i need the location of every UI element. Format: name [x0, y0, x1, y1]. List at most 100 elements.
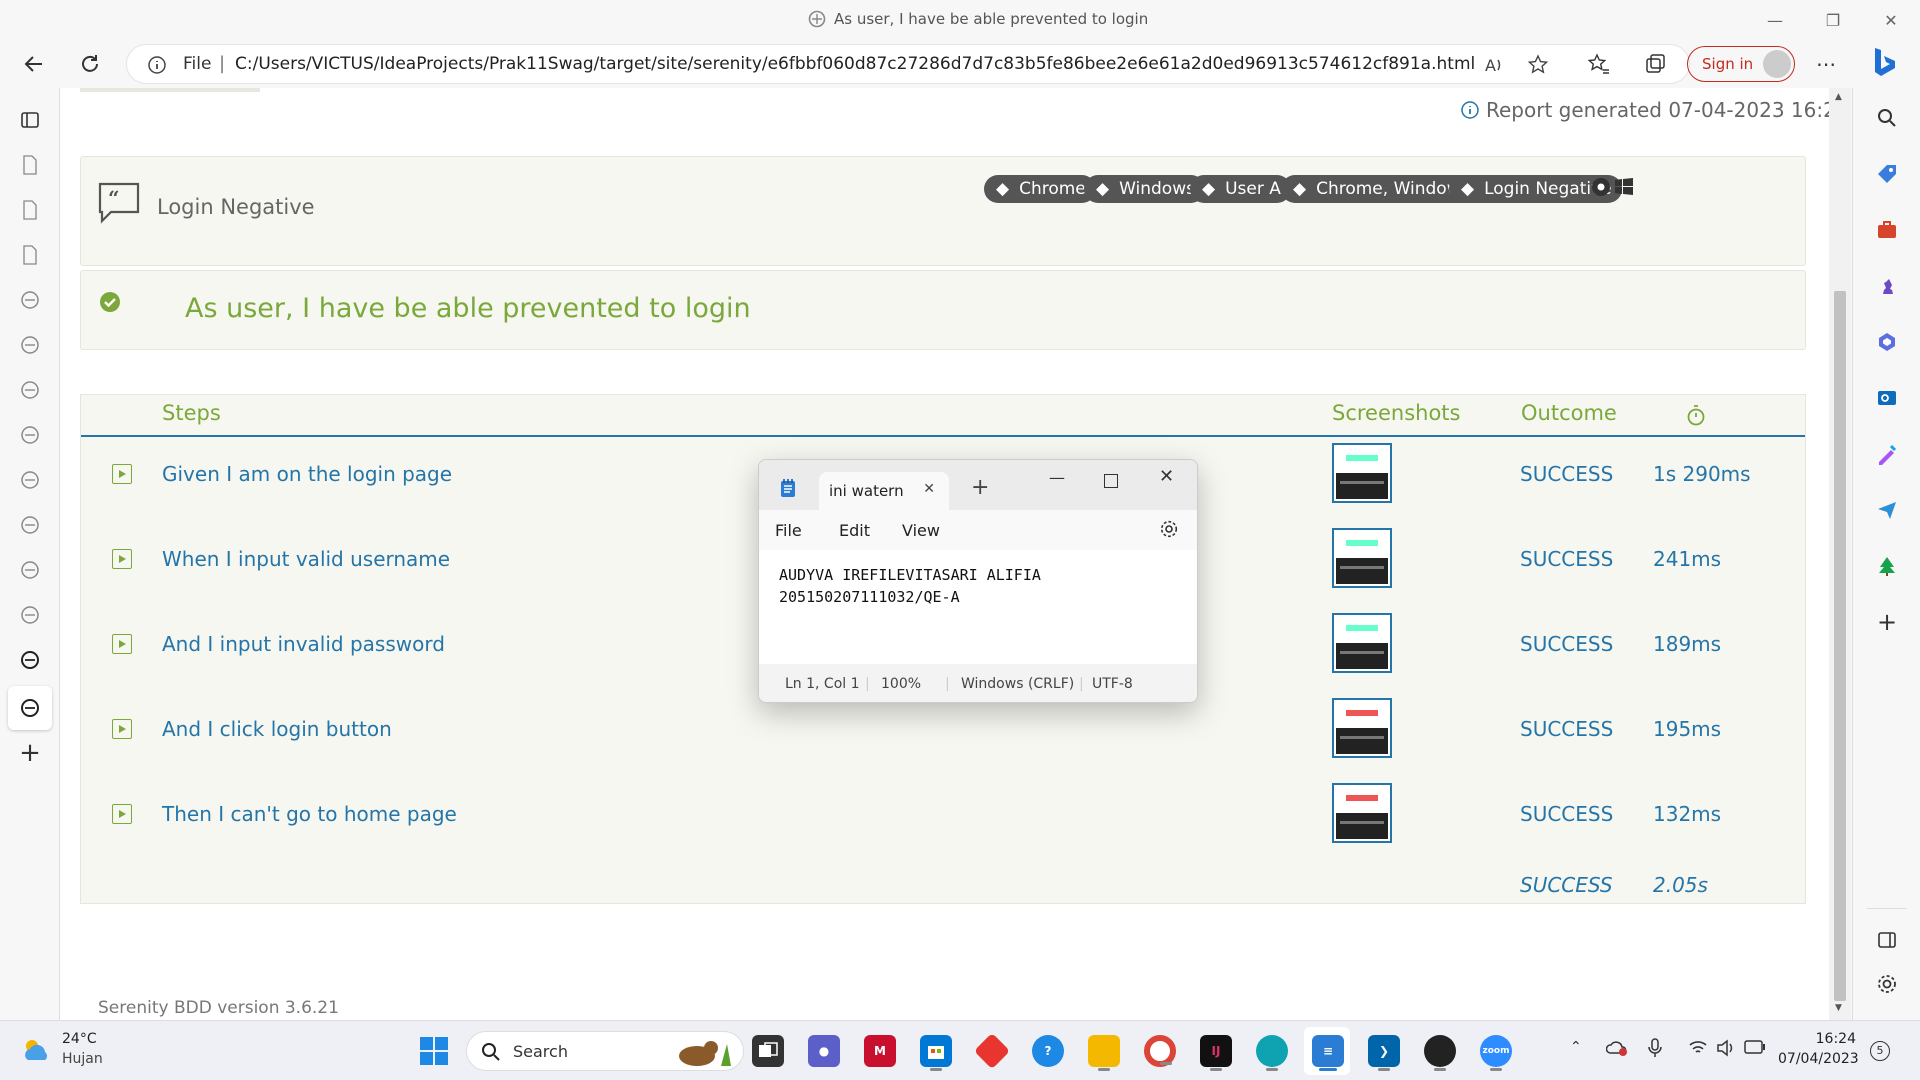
close-tab-icon[interactable]: ✕ — [923, 481, 935, 497]
expand-step-icon[interactable] — [112, 464, 132, 484]
tab-actions-icon[interactable] — [16, 106, 44, 134]
tag-chrome[interactable]: ◆ Chrome — [984, 175, 1096, 203]
weather-cloud-icon[interactable] — [20, 1035, 54, 1067]
notepad-window[interactable]: ini watern ✕ + — ✕ File Edit View AUDYVA… — [758, 459, 1198, 703]
wifi-icon[interactable] — [1688, 1039, 1708, 1057]
restore-button[interactable]: ❐ — [1818, 6, 1848, 34]
serenity-tab-icon[interactable] — [16, 421, 44, 449]
address-bar[interactable]: File | C:/Users/VICTUS/IdeaProjects/Prak… — [126, 44, 1690, 84]
sign-in-button[interactable]: Sign in — [1687, 46, 1795, 82]
url-text[interactable]: C:/Users/VICTUS/IdeaProjects/Prak11Swag/… — [235, 54, 1475, 74]
red-diamond-app-icon[interactable] — [973, 1032, 1011, 1070]
microsoft-365-icon[interactable] — [1873, 328, 1901, 356]
system-app-icon[interactable]: ? — [1032, 1035, 1064, 1067]
collections-button[interactable] — [1637, 48, 1673, 80]
close-window-button[interactable]: ✕ — [1876, 6, 1906, 34]
start-windows-icon[interactable] — [418, 1035, 450, 1067]
screenshot-thumbnail[interactable] — [1332, 443, 1392, 503]
sidebar-settings-icon[interactable] — [1873, 970, 1901, 998]
outlook-icon[interactable] — [1873, 384, 1901, 412]
step-text[interactable]: And I click login button — [162, 717, 392, 741]
serenity-tab-icon[interactable] — [16, 466, 44, 494]
file-explorer-icon[interactable] — [1088, 1035, 1120, 1071]
weather-description[interactable]: Hujan — [62, 1051, 103, 1067]
screenshot-thumbnail[interactable] — [1332, 528, 1392, 588]
step-text[interactable]: Given I am on the login page — [162, 462, 452, 486]
bing-copilot-button[interactable] — [1866, 46, 1902, 78]
screenshot-thumbnail[interactable] — [1332, 783, 1392, 843]
chevron-up-icon[interactable]: ⌃ — [1570, 1039, 1582, 1055]
serenity-tab-icon[interactable] — [16, 331, 44, 359]
tools-briefcase-icon[interactable] — [1873, 216, 1901, 244]
expand-step-icon[interactable] — [112, 549, 132, 569]
back-button[interactable] — [16, 48, 52, 80]
task-view-icon[interactable] — [752, 1035, 784, 1067]
microphone-icon[interactable] — [1648, 1038, 1662, 1058]
notepad-minimize-button[interactable]: — — [1049, 468, 1065, 487]
step-text[interactable]: Then I can't go to home page — [162, 802, 457, 826]
onedrive-error-icon[interactable] — [1606, 1039, 1628, 1057]
serenity-tab-icon[interactable] — [16, 556, 44, 584]
notepad-close-button[interactable]: ✕ — [1159, 466, 1174, 487]
more-menu-button[interactable]: ⋯ — [1808, 48, 1844, 80]
volume-icon[interactable] — [1716, 1039, 1736, 1057]
vscode-icon[interactable]: ❯ — [1368, 1035, 1400, 1071]
step-text[interactable]: When I input valid username — [162, 547, 450, 571]
chrome-icon[interactable] — [1144, 1035, 1176, 1067]
designer-icon[interactable] — [1873, 440, 1901, 468]
expand-step-icon[interactable] — [112, 804, 132, 824]
notepad-maximize-button[interactable] — [1104, 474, 1118, 488]
new-tab-button[interactable]: + — [16, 738, 44, 768]
active-serenity-tab-icon[interactable] — [8, 686, 52, 730]
clock-time[interactable]: 16:24 — [1788, 1031, 1856, 1047]
add-favorite-icon[interactable] — [1527, 54, 1549, 76]
expand-step-icon[interactable] — [112, 719, 132, 739]
battery-icon[interactable] — [1744, 1040, 1766, 1054]
tag-user-a[interactable]: ◆ User A — [1190, 175, 1291, 203]
page-scrollbar[interactable]: ▲ ▼ — [1829, 88, 1851, 1020]
teams-chat-icon[interactable]: ● — [808, 1035, 840, 1067]
notification-badge[interactable]: 5 — [1870, 1041, 1890, 1061]
search-icon[interactable] — [1873, 104, 1901, 132]
tag-windows[interactable]: ◆ Windows — [1084, 175, 1205, 203]
favorites-button[interactable] — [1581, 48, 1617, 80]
zoom-icon[interactable]: zoom — [1480, 1035, 1512, 1071]
read-aloud-icon[interactable]: A — [1483, 54, 1505, 76]
step-text[interactable]: And I input invalid password — [162, 632, 445, 656]
notepad-tab[interactable]: ini watern ✕ — [819, 472, 949, 510]
obs-icon[interactable] — [1424, 1035, 1456, 1071]
intellij-idea-icon[interactable]: IJ — [1200, 1035, 1232, 1071]
hide-sidebar-icon[interactable] — [1873, 926, 1901, 954]
scrollbar-thumb[interactable] — [1834, 291, 1846, 1001]
page-tab-icon[interactable] — [16, 241, 44, 269]
menu-view[interactable]: View — [902, 521, 940, 540]
edge-icon[interactable] — [1256, 1035, 1288, 1071]
serenity-tab-icon[interactable] — [16, 511, 44, 539]
menu-file[interactable]: File — [775, 521, 802, 540]
shopping-tag-icon[interactable] — [1873, 160, 1901, 188]
notepad-taskbar-icon[interactable]: ≡ — [1312, 1035, 1344, 1071]
mcafee-icon[interactable]: M — [864, 1035, 896, 1067]
notepad-text-area[interactable]: AUDYVA IREFILEVITASARI ALIFIA 20515020711… — [759, 550, 1197, 664]
scroll-down-arrow-icon[interactable]: ▼ — [1835, 1003, 1842, 1013]
expand-step-icon[interactable] — [112, 634, 132, 654]
page-tab-icon[interactable] — [16, 151, 44, 179]
new-tab-icon[interactable]: + — [971, 475, 989, 500]
page-tab-icon[interactable] — [16, 196, 44, 224]
minimize-button[interactable]: — — [1760, 6, 1790, 34]
serenity-tab-icon[interactable] — [16, 286, 44, 314]
microsoft-store-icon[interactable] — [920, 1035, 952, 1071]
tree-icon[interactable] — [1873, 552, 1901, 580]
settings-gear-icon[interactable] — [1159, 519, 1179, 539]
send-plane-icon[interactable] — [1873, 496, 1901, 524]
add-sidebar-app-button[interactable]: + — [1873, 608, 1901, 636]
refresh-button[interactable] — [72, 48, 108, 80]
games-chess-icon[interactable] — [1873, 272, 1901, 300]
menu-edit[interactable]: Edit — [839, 521, 870, 540]
taskbar-search-box[interactable]: Search — [466, 1031, 744, 1071]
screenshot-thumbnail[interactable] — [1332, 613, 1392, 673]
weather-temperature[interactable]: 24°C — [62, 1031, 97, 1047]
serenity-tab-icon[interactable] — [16, 376, 44, 404]
clock-date[interactable]: 07/04/2023 — [1778, 1051, 1859, 1067]
screenshot-thumbnail[interactable] — [1332, 698, 1392, 758]
